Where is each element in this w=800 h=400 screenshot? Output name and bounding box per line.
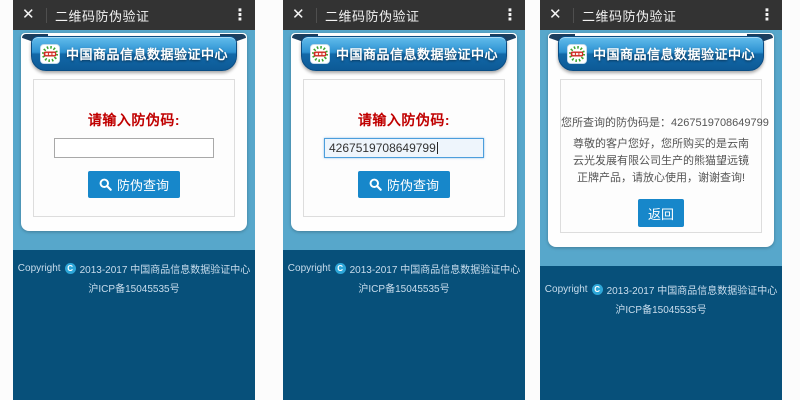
copyright-text: 2013-2017 中国商品信息数据验证中心: [607, 282, 778, 297]
copyright-prefix: Copyright: [288, 263, 331, 274]
copyright-icon: C: [65, 263, 76, 274]
search-icon: [369, 178, 382, 191]
copyright-text: 2013-2017 中国商品信息数据验证中心: [350, 261, 521, 276]
content-frame: 中国商品信息数据验证中心 请输入防伪码: 4267519708649799: [283, 30, 525, 250]
code-label: 请输入防伪码:: [304, 110, 504, 130]
icp-number: 沪ICP备15045535号: [13, 280, 255, 295]
result-code-text: 您所查询的防伪码是：4267519708649799: [561, 114, 761, 130]
result-panel: 您所查询的防伪码是：4267519708649799 尊敬的客户您好，您所购买的…: [560, 79, 762, 233]
search-icon: [99, 178, 112, 191]
phone-screen-2: ✕ 二维码防伪验证 ⋮ 中国商品信息数据验证中心: [283, 0, 525, 400]
code-input[interactable]: [54, 138, 214, 158]
code-label: 请输入防伪码:: [34, 110, 234, 130]
close-icon[interactable]: ✕: [22, 0, 42, 30]
screenshot-canvas: ✕ 二维码防伪验证 ⋮ 中国商品信息数据验证中心: [0, 0, 800, 400]
site-banner: 中国商品信息数据验证中心: [31, 36, 237, 71]
phone-screen-1: ✕ 二维码防伪验证 ⋮ 中国商品信息数据验证中心: [13, 0, 255, 400]
page-footer: Copyright C 2013-2017 中国商品信息数据验证中心 沪ICP备…: [540, 266, 782, 400]
titlebar-divider: [316, 8, 317, 23]
copyright-prefix: Copyright: [545, 284, 588, 295]
content-frame: 中国商品信息数据验证中心 您所查询的防伪码是：4267519708649799 …: [540, 30, 782, 266]
copyright-icon: C: [335, 263, 346, 274]
page-footer: Copyright C 2013-2017 中国商品信息数据验证中心 沪ICP备…: [13, 250, 255, 400]
titlebar: ✕ 二维码防伪验证 ⋮: [283, 0, 525, 30]
starburst-badge-icon: [40, 44, 60, 64]
verify-button[interactable]: 防伪查询: [88, 171, 180, 198]
page-title: 二维码防伪验证: [582, 6, 759, 25]
content-card: 中国商品信息数据验证中心 您所查询的防伪码是：4267519708649799 …: [548, 33, 774, 247]
content-card: 中国商品信息数据验证中心 请输入防伪码: 防伪查询: [21, 33, 247, 231]
form-panel: 请输入防伪码: 防伪查询: [33, 79, 235, 217]
text-caret: [437, 142, 438, 154]
code-input[interactable]: 4267519708649799: [324, 138, 484, 158]
back-button[interactable]: 返回: [638, 199, 684, 227]
verify-button[interactable]: 防伪查询: [358, 171, 450, 198]
copyright-prefix: Copyright: [18, 263, 61, 274]
page-footer: Copyright C 2013-2017 中国商品信息数据验证中心 沪ICP备…: [283, 250, 525, 400]
copyright-text: 2013-2017 中国商品信息数据验证中心: [80, 261, 251, 276]
titlebar: ✕ 二维码防伪验证 ⋮: [540, 0, 782, 30]
site-banner-title: 中国商品信息数据验证中心: [336, 44, 498, 63]
starburst-badge-icon: [310, 44, 330, 64]
kebab-menu-icon[interactable]: ⋮: [502, 5, 516, 25]
titlebar-divider: [573, 8, 574, 23]
copyright-line: Copyright C 2013-2017 中国商品信息数据验证中心: [540, 282, 782, 297]
back-button-label: 返回: [648, 204, 674, 223]
site-banner: 中国商品信息数据验证中心: [301, 36, 507, 71]
close-icon[interactable]: ✕: [549, 0, 569, 30]
page-title: 二维码防伪验证: [55, 6, 232, 25]
icp-number: 沪ICP备15045535号: [283, 280, 525, 295]
kebab-menu-icon[interactable]: ⋮: [759, 5, 773, 25]
icp-number: 沪ICP备15045535号: [540, 301, 782, 316]
close-icon[interactable]: ✕: [292, 0, 312, 30]
result-message: 尊敬的客户您好，您所购买的是云南云光发展有限公司生产的熊猫望远镜正牌产品，请放心…: [570, 136, 752, 187]
kebab-menu-icon[interactable]: ⋮: [232, 5, 246, 25]
site-banner-title: 中国商品信息数据验证中心: [66, 44, 228, 63]
page-title: 二维码防伪验证: [325, 6, 502, 25]
titlebar-divider: [46, 8, 47, 23]
form-panel: 请输入防伪码: 4267519708649799 防伪查询: [303, 79, 505, 217]
phone-screen-3: ✕ 二维码防伪验证 ⋮ 中国商品信息数据验证中心: [540, 0, 782, 400]
content-card: 中国商品信息数据验证中心 请输入防伪码: 4267519708649799: [291, 33, 517, 231]
titlebar: ✕ 二维码防伪验证 ⋮: [13, 0, 255, 30]
verify-button-label: 防伪查询: [387, 175, 439, 194]
site-banner: 中国商品信息数据验证中心: [558, 36, 764, 71]
copyright-line: Copyright C 2013-2017 中国商品信息数据验证中心: [13, 261, 255, 276]
content-frame: 中国商品信息数据验证中心 请输入防伪码: 防伪查询: [13, 30, 255, 250]
code-input-value: 4267519708649799: [329, 141, 436, 155]
copyright-icon: C: [592, 284, 603, 295]
site-banner-title: 中国商品信息数据验证中心: [593, 44, 755, 63]
verify-button-label: 防伪查询: [117, 175, 169, 194]
starburst-badge-icon: [567, 44, 587, 64]
copyright-line: Copyright C 2013-2017 中国商品信息数据验证中心: [283, 261, 525, 276]
